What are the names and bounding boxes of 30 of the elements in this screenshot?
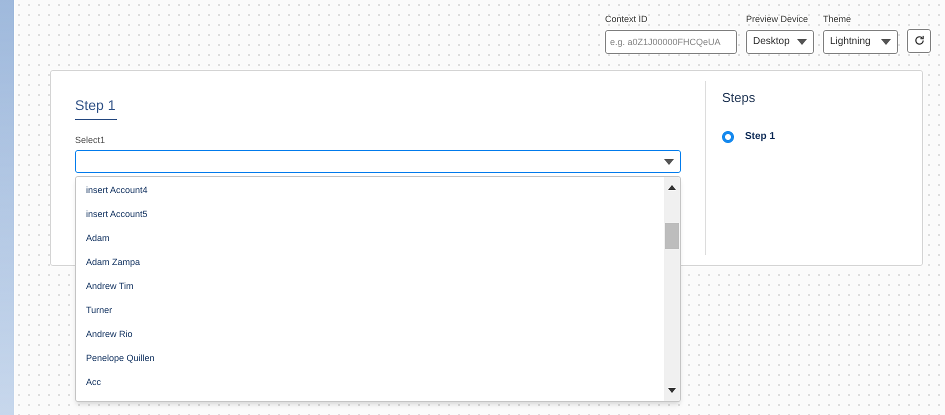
caret-icon (881, 38, 891, 44)
dropdown-option[interactable]: Andrew Rio (76, 322, 664, 346)
field-label: Select1 (75, 134, 106, 146)
steps-title: Steps (722, 88, 756, 107)
field-label: Context ID (605, 13, 649, 26)
scrollbar[interactable] (664, 176, 680, 400)
select-field[interactable] (75, 150, 681, 173)
field-label: Preview Device (746, 13, 810, 26)
dropdown-option[interactable]: insert Account4 (76, 178, 664, 202)
dropdown-option[interactable]: Acc (76, 370, 664, 394)
step-indicator-icon (722, 130, 734, 142)
step-title: Step 1 (75, 94, 118, 120)
step-item[interactable]: Step 1 (722, 129, 922, 144)
field-label: Theme (823, 13, 852, 26)
dropdown-option[interactable]: Adam (76, 226, 664, 250)
scroll-thumb[interactable] (665, 222, 679, 248)
dropdown-option[interactable]: Penelope Quillen (76, 346, 664, 370)
theme-select[interactable]: Lightning (823, 30, 898, 54)
refresh-button[interactable] (907, 28, 931, 52)
caret-icon (664, 158, 674, 164)
dropdown-option[interactable]: Turner (76, 298, 664, 322)
device-select[interactable]: Desktop (746, 30, 814, 54)
dropdown-option[interactable]: insert Account5 (76, 202, 664, 226)
dropdown-option[interactable]: Andrew Tim (76, 274, 664, 298)
scroll-up-icon[interactable] (668, 184, 676, 190)
dropdown-option[interactable]: Adam Zampa (76, 250, 664, 274)
context-id-input[interactable]: e.g. a0Z1J00000FHCQeUA (605, 30, 737, 54)
refresh-icon (914, 35, 924, 46)
caret-icon (797, 38, 807, 44)
scroll-down-icon[interactable] (668, 388, 676, 392)
